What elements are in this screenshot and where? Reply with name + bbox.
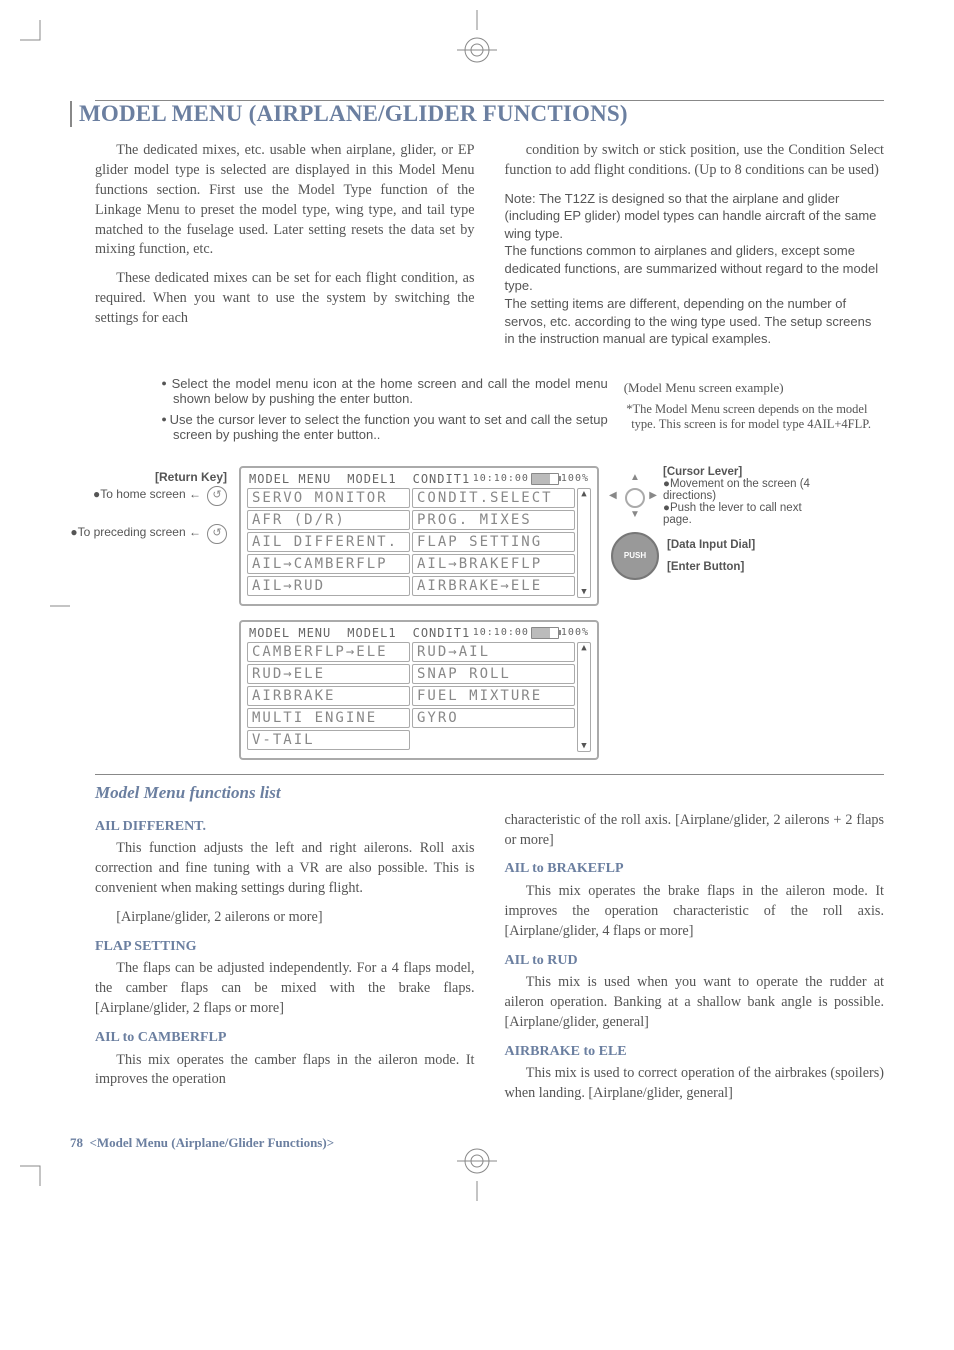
data-dial-icon[interactable]: PUSH <box>611 532 659 580</box>
lcd1-time: 10:10:00 <box>473 473 529 484</box>
lcd-item[interactable]: SERVO MONITOR <box>247 488 410 508</box>
lcd-screen-1: MODEL MENU MODEL1 CONDIT1 10:10:00 100% … <box>239 466 599 606</box>
corner-bl-icon <box>20 1156 50 1191</box>
cursor-desc1: Movement on the screen (4 directions) <box>663 478 810 502</box>
cursor-lever-icon[interactable]: ▲▼◀▶ <box>611 474 655 518</box>
enter-button-label: [Enter Button] <box>667 561 755 573</box>
ail-diff-note: [Airplane/glider, 2 ailerons or more] <box>95 908 475 928</box>
lcd-item[interactable]: AIL→RUD <box>247 576 410 596</box>
lcd-item[interactable]: SNAP ROLL <box>412 664 575 684</box>
lcd-item[interactable]: CAMBERFLP→ELE <box>247 642 410 662</box>
lcd-item[interactable]: AIL→CAMBERFLP <box>247 554 410 574</box>
example-label: (Model Menu screen example) <box>624 380 884 396</box>
page-number: 78 <box>70 1135 83 1150</box>
instruction-2: Use the cursor lever to select the funct… <box>173 412 608 442</box>
crop-mark-top-icon <box>447 10 507 70</box>
lcd-item[interactable]: FLAP SETTING <box>412 532 575 552</box>
cursor-lever-label: [Cursor Lever] <box>663 466 821 478</box>
intro-note1: Note: The T12Z is designed so that the a… <box>505 190 885 243</box>
ail-brake-heading: AIL to BRAKEFLP <box>505 859 885 879</box>
ail-diff-heading: AIL DIFFERENT. <box>95 817 475 837</box>
lcd-item[interactable]: AIRBRAKE <box>247 686 410 706</box>
crop-mark-bottom-icon <box>447 1141 507 1201</box>
footer-label: <Model Menu (Airplane/Glider Functions)> <box>90 1135 335 1150</box>
lcd-item[interactable]: AIL→BRAKEFLP <box>412 554 575 574</box>
airbrake-text: This mix is used to correct operation of… <box>505 1064 885 1104</box>
intro-note2: The functions common to airplanes and gl… <box>505 242 885 295</box>
depends-note: *The Model Menu screen depends on the mo… <box>624 402 884 432</box>
ail-diff-text: This function adjusts the left and right… <box>95 839 475 899</box>
ail-rud-text: This mix is used when you want to operat… <box>505 973 885 1033</box>
lcd-item[interactable]: GYRO <box>412 708 575 728</box>
ail-camber-heading: AIL to CAMBERFLP <box>95 1028 475 1048</box>
return-icon[interactable]: ↺ <box>207 486 227 506</box>
lcd1-pct: 100% <box>561 473 589 484</box>
to-home-label: To home screen <box>100 487 185 501</box>
lcd2-time: 10:10:00 <box>473 627 529 638</box>
data-dial-label: [Data Input Dial] <box>667 539 755 551</box>
cursor-desc2: Push the lever to call next page. <box>663 502 802 526</box>
battery-icon <box>531 627 559 639</box>
lcd2-cond: CONDIT1 <box>413 626 471 640</box>
lcd-item[interactable] <box>412 730 575 750</box>
ail-rud-heading: AIL to RUD <box>505 951 885 971</box>
intro-note3: The setting items are different, dependi… <box>505 295 885 348</box>
lcd-item[interactable]: RUD→AIL <box>412 642 575 662</box>
lcd1-model: MODEL1 <box>347 472 396 486</box>
ail-camber-text: This mix operates the camber flaps in th… <box>95 1051 475 1091</box>
lcd-scrollbar[interactable]: ▲▼ <box>577 642 591 752</box>
flap-heading: FLAP SETTING <box>95 937 475 957</box>
ail-camber-cont: characteristic of the roll axis. [Airpla… <box>505 811 885 851</box>
lcd-item[interactable]: AIL DIFFERENT. <box>247 532 410 552</box>
corner-tl-icon <box>20 20 50 55</box>
lcd-item[interactable]: AIRBRAKE→ELE <box>412 576 575 596</box>
flap-text: The flaps can be adjusted independently.… <box>95 959 475 1019</box>
intro-p2: These dedicated mixes can be set for eac… <box>95 269 475 329</box>
return-icon-2[interactable]: ↺ <box>207 524 227 544</box>
lcd2-model: MODEL1 <box>347 626 396 640</box>
battery-icon <box>531 473 559 485</box>
lcd2-pct: 100% <box>561 627 589 638</box>
lcd-item[interactable]: RUD→ELE <box>247 664 410 684</box>
ail-brake-text: This mix operates the brake flaps in the… <box>505 882 885 942</box>
airbrake-heading: AIRBRAKE to ELE <box>505 1042 885 1062</box>
lcd-scrollbar[interactable]: ▲▼ <box>577 488 591 598</box>
lcd-item[interactable]: AFR (D/R) <box>247 510 410 530</box>
lcd1-title: MODEL MENU <box>249 472 331 486</box>
lcd-item[interactable]: MULTI ENGINE <box>247 708 410 728</box>
intro-p1: The dedicated mixes, etc. usable when ai… <box>95 141 475 260</box>
intro-p3: condition by switch or stick position, u… <box>505 141 885 181</box>
lcd-item[interactable]: PROG. MIXES <box>412 510 575 530</box>
to-prev-label: To preceding screen <box>78 525 186 539</box>
functions-title: Model Menu functions list <box>95 774 884 803</box>
lcd-screen-2: MODEL MENU MODEL1 CONDIT1 10:10:00 100% … <box>239 620 599 760</box>
lcd-item[interactable]: CONDIT.SELECT <box>412 488 575 508</box>
lcd1-cond: CONDIT1 <box>413 472 471 486</box>
page-title: MODEL MENU (AIRPLANE/GLIDER FUNCTIONS) <box>79 101 628 127</box>
lcd-item[interactable]: V-TAIL <box>247 730 410 750</box>
return-key-label: [Return Key] <box>70 470 227 484</box>
lcd-item[interactable]: FUEL MIXTURE <box>412 686 575 706</box>
crop-mark-left-icon <box>10 576 70 636</box>
instruction-1: Select the model menu icon at the home s… <box>173 376 608 406</box>
lcd2-title: MODEL MENU <box>249 626 331 640</box>
